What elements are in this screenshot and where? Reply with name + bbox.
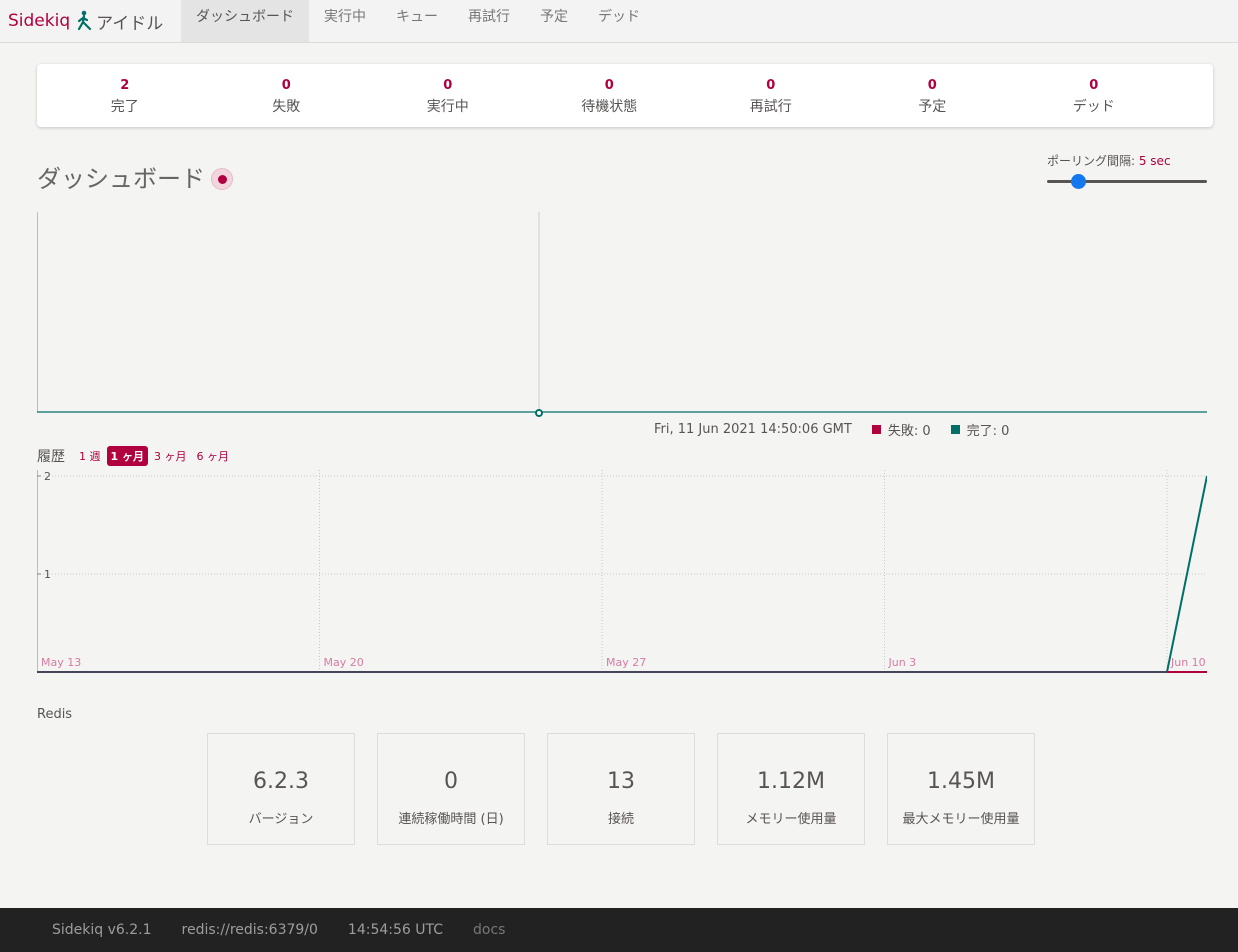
nav-busy[interactable]: 実行中: [309, 0, 381, 42]
page-title-text: ダッシュボード: [37, 165, 205, 193]
redis-stat-label: 接続: [607, 812, 634, 827]
stat-count: 0: [443, 78, 453, 93]
redis-connections: 13 接続: [547, 733, 695, 845]
footer-version: Sidekiq v6.2.1: [52, 922, 152, 938]
range-3-months[interactable]: 3 ヶ月: [150, 446, 191, 466]
nav-dead[interactable]: デッド: [583, 0, 655, 42]
redis-stat-value: 0: [444, 769, 458, 794]
stat-count: 0: [604, 78, 614, 93]
stat-count: 0: [281, 78, 291, 93]
footer-time: 14:54:56 UTC: [347, 922, 444, 938]
history-y-tick-label: 2: [44, 470, 51, 483]
stat-label: 予定: [918, 99, 947, 115]
redis-stat-label: 連続稼働時間 (日): [398, 812, 504, 827]
poll-value: 5 sec: [1138, 154, 1171, 168]
summary-scheduled[interactable]: 0 予定: [852, 64, 1014, 127]
summary-bar: 2 完了 0 失敗 0 実行中 0 待機状態 0 再試行 0 予定 0 デッド: [37, 64, 1213, 127]
redis-memory: 1.12M メモリー使用量: [717, 733, 865, 845]
history-x-tick-label: Jun 10: [1170, 656, 1206, 669]
realtime-timestamp: Fri, 11 Jun 2021 14:50:06 GMT: [654, 422, 852, 437]
poll-label-text: ポーリング間隔:: [1047, 154, 1139, 168]
summary-failed[interactable]: 0 失敗: [206, 64, 368, 127]
summary-enqueued[interactable]: 0 待機状態: [529, 64, 691, 127]
failed-swatch-icon: [871, 425, 881, 434]
brand[interactable]: Sidekiq アイドル: [8, 0, 163, 42]
stat-label: 完了: [110, 99, 139, 115]
redis-stat-value: 6.2.3: [253, 769, 309, 794]
summary-retries[interactable]: 0 再試行: [690, 64, 852, 127]
range-1-week[interactable]: 1 週: [75, 446, 105, 466]
range-6-months[interactable]: 6 ヶ月: [192, 446, 233, 466]
page-title: ダッシュボード: [37, 164, 233, 194]
stat-label: 失敗: [272, 99, 301, 115]
realtime-hover-point: [535, 409, 543, 417]
nav-queues[interactable]: キュー: [381, 0, 453, 42]
redis-stat-value: 1.45M: [927, 769, 995, 794]
history-x-tick-label: May 20: [324, 656, 364, 669]
summary-processed[interactable]: 2 完了: [44, 64, 206, 127]
stat-count: 0: [927, 78, 937, 93]
poll-label: ポーリング間隔: 5 sec: [1047, 152, 1207, 169]
summary-dead[interactable]: 0 デッド: [1013, 64, 1175, 127]
redis-stat-label: 最大メモリー使用量: [902, 812, 1020, 827]
redis-stat-value: 13: [607, 769, 635, 794]
summary-busy[interactable]: 0 実行中: [367, 64, 529, 127]
navbar: Sidekiq アイドル ダッシュボード 実行中 キュー 再試行 予定 デッド: [0, 0, 1238, 43]
idle-status-icon: [76, 10, 92, 32]
poll-interval: ポーリング間隔: 5 sec: [1047, 152, 1207, 189]
footer: Sidekiq v6.2.1 redis://redis:6379/0 14:5…: [0, 908, 1238, 952]
redis-stat-value: 1.12M: [757, 769, 825, 794]
redis-version: 6.2.3 バージョン: [207, 733, 355, 845]
realtime-legend: Fri, 11 Jun 2021 14:50:06 GMT 失敗: 0 完了: …: [654, 420, 1009, 439]
nav-retries[interactable]: 再試行: [453, 0, 525, 42]
history-header: 履歴 1 週 1 ヶ月 3 ヶ月 6 ヶ月: [37, 446, 235, 466]
range-1-month[interactable]: 1 ヶ月: [106, 446, 148, 466]
processed-swatch-icon: [950, 425, 960, 434]
stat-label: デッド: [1072, 99, 1115, 115]
stat-count: 2: [120, 78, 130, 93]
redis-title: Redis: [37, 707, 73, 722]
history-y-tick-label: 1: [44, 568, 51, 581]
nav-scheduled[interactable]: 予定: [525, 0, 583, 42]
history-x-tick-label: May 27: [606, 656, 646, 669]
history-x-tick-label: Jun 3: [888, 656, 917, 669]
stat-count: 0: [1089, 78, 1099, 93]
beacon-icon: [211, 168, 233, 190]
history-title: 履歴: [37, 449, 65, 465]
main-nav: ダッシュボード 実行中 キュー 再試行 予定 デッド: [181, 0, 655, 42]
redis-stat-label: バージョン: [248, 812, 314, 827]
nav-dashboard[interactable]: ダッシュボード: [181, 0, 309, 42]
redis-stat-label: メモリー使用量: [745, 812, 837, 827]
brand-name[interactable]: Sidekiq: [8, 11, 70, 31]
redis-uptime: 0 連続稼働時間 (日): [377, 733, 525, 845]
footer-redis-url: redis://redis:6379/0: [181, 922, 318, 938]
redis-peak-memory: 1.45M 最大メモリー使用量: [887, 733, 1035, 845]
realtime-chart: [37, 212, 1207, 417]
stat-label: 実行中: [426, 99, 469, 115]
footer-docs-link[interactable]: docs: [473, 922, 505, 938]
stat-count: 0: [766, 78, 776, 93]
beacon-dot: [218, 175, 227, 184]
history-chart: 1 2 May 13 May 20 May 27 Jun 3 Jun 10: [37, 470, 1207, 673]
history-x-tick-label: May 13: [41, 656, 81, 669]
poll-slider-thumb[interactable]: [1071, 174, 1086, 189]
stat-label: 再試行: [749, 99, 792, 115]
stat-label: 待機状態: [581, 99, 638, 115]
process-status: アイドル: [96, 13, 164, 34]
realtime-processed-label: 完了: 0: [966, 424, 1010, 439]
realtime-failed-label: 失敗: 0: [887, 424, 931, 439]
